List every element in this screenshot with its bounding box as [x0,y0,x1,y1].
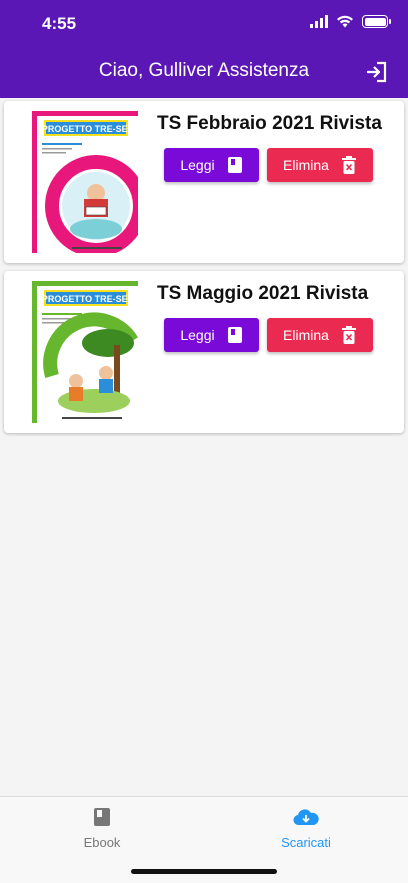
cloud-download-icon [293,809,319,826]
read-button-label: Leggi [180,157,215,173]
status-icons [310,15,391,28]
delete-button[interactable]: Elimina [267,318,373,352]
read-button-label: Leggi [180,327,215,343]
ebook-card: PROGETTO TRE-SEI TS Febbraio 2021 Rivist… [4,101,404,263]
book-icon [94,808,110,826]
ebook-title: TS Febbraio 2021 Rivista [157,113,382,134]
tab-ebook-label: Ebook [83,835,121,850]
home-indicator [131,869,277,874]
book-icon [227,327,242,343]
ebook-list: PROGETTO TRE-SEI TS Febbraio 2021 Rivist… [4,101,404,441]
ebook-cover[interactable]: PROGETTO TRE-SEI [32,111,138,253]
trash-icon [341,156,356,174]
tab-ebook[interactable]: Ebook [42,807,162,850]
ebook-title: TS Maggio 2021 Rivista [157,283,369,304]
battery-icon [362,15,391,28]
cover-brand: PROGETTO TRE-SEI [42,124,130,134]
read-button[interactable]: Leggi [164,318,259,352]
status-time: 4:55 [42,14,77,33]
logout-icon[interactable] [364,60,388,84]
cover-illustration: PROGETTO TRE-SEI [32,111,138,253]
delete-button-label: Elimina [283,327,329,343]
cover-illustration: PROGETTO TRE-SEI [32,281,138,423]
page-title: Ciao, Gulliver Assistenza [98,60,310,81]
signal-icon [310,15,328,28]
tab-scaricati-label: Scaricati [281,835,331,850]
app-header: 4:55 Ciao, Gulliver Assistenza [0,0,408,98]
trash-icon [341,326,356,344]
cover-brand: PROGETTO TRE-SEI [42,294,130,304]
book-icon [227,157,242,173]
ebook-cover[interactable]: PROGETTO TRE-SEI [32,281,138,423]
delete-button[interactable]: Elimina [267,148,373,182]
wifi-icon [337,15,353,28]
delete-button-label: Elimina [283,157,329,173]
read-button[interactable]: Leggi [164,148,259,182]
ebook-card: PROGETTO TRE-SEI TS Maggio 2021 Rivista … [4,271,404,433]
tab-scaricati[interactable]: Scaricati [246,807,366,850]
